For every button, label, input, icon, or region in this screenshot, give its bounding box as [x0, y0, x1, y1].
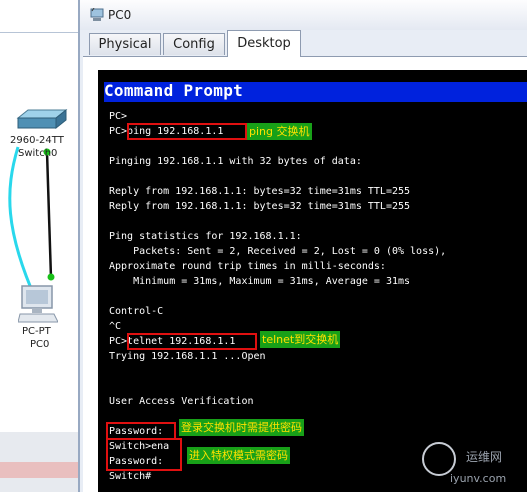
window-titlebar[interactable]: PC0 — [80, 0, 527, 30]
terminal-line: PC> — [109, 111, 128, 122]
terminal-line: User Access Verification — [109, 396, 254, 407]
workspace-bottom-stripe — [0, 462, 80, 478]
terminal-line: Switch# — [109, 471, 152, 482]
tab-desktop[interactable]: Desktop — [227, 30, 301, 57]
switch-icon[interactable] — [12, 108, 68, 134]
pc-icon[interactable] — [18, 284, 58, 324]
topology-links — [8, 146, 55, 301]
terminal-line: ^C — [109, 321, 122, 332]
cyan-link — [8, 146, 38, 301]
ping-annotation: ping 交换机 — [247, 123, 312, 140]
telnet-annotation: telnet到交换机 — [260, 331, 341, 348]
workspace-bottom-panel — [0, 432, 80, 492]
window-title: PC0 — [108, 8, 132, 22]
pc-name-label: PC0 — [30, 339, 50, 350]
terminal-line: Pinging 192.168.1.1 with 32 bytes of dat… — [109, 156, 362, 167]
ping-command-highlight — [127, 123, 247, 140]
command-prompt-title: Command Prompt — [104, 81, 244, 100]
pc-window-icon — [90, 8, 104, 21]
login-password-annotation: 登录交换机时需提供密码 — [179, 419, 304, 436]
link-light-bottom — [47, 273, 55, 281]
watermark-logo — [422, 442, 456, 476]
tab-physical[interactable]: Physical — [89, 33, 161, 55]
terminal-line: Packets: Sent = 2, Received = 2, Lost = … — [109, 246, 447, 257]
tab-config[interactable]: Config — [163, 33, 225, 55]
terminal-line: Control-C — [109, 306, 164, 317]
watermark-brand: 运维网 — [466, 450, 503, 464]
watermark-url: iyunv.com — [450, 472, 507, 485]
terminal-line: Reply from 192.168.1.1: bytes=32 time=31… — [109, 186, 411, 197]
telnet-command-highlight — [127, 333, 257, 350]
terminal-line: Trying 192.168.1.1 ...Open — [109, 351, 266, 362]
pc-type-label: PC-PT — [22, 326, 51, 337]
terminal-line: Reply from 192.168.1.1: bytes=32 time=31… — [109, 201, 411, 212]
black-link — [45, 151, 53, 279]
topology-workspace[interactable]: 2960-24TT Switch0 PC-PT PC0 — [0, 0, 80, 492]
enable-highlight — [106, 438, 182, 471]
privileged-password-annotation: 进入特权模式需密码 — [187, 447, 290, 464]
terminal-line: Minimum = 31ms, Maximum = 31ms, Average … — [109, 276, 411, 287]
switch-model-label: 2960-24TT — [10, 135, 64, 146]
terminal-line: Approximate round trip times in milli-se… — [109, 261, 386, 272]
terminal-line: Ping statistics for 192.168.1.1: — [109, 231, 302, 242]
switch-name-label: Switch0 — [18, 148, 58, 159]
